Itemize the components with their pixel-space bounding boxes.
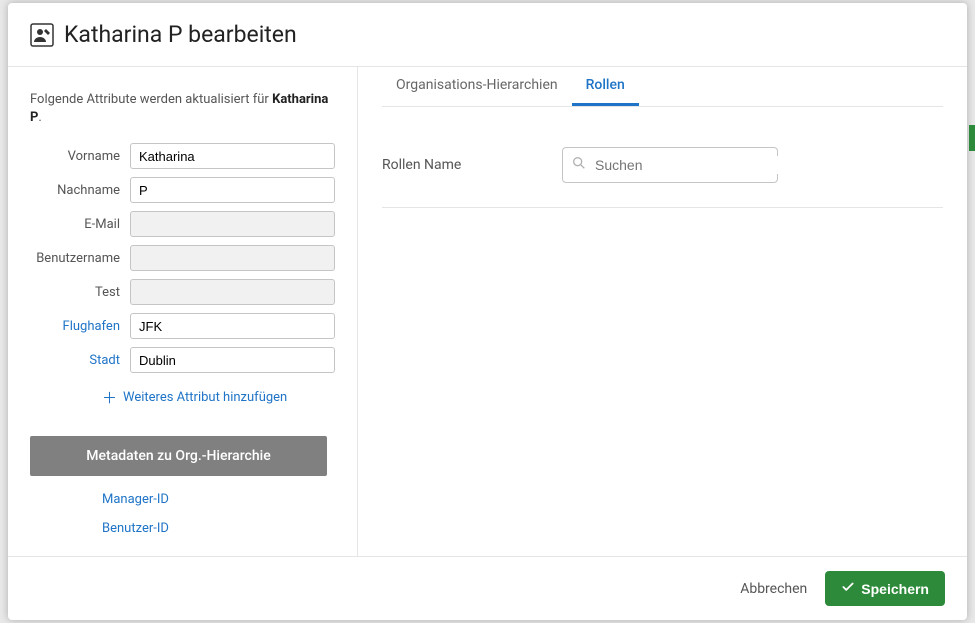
modal-body: Folgende Attribute werden aktualisiert f… [8,66,967,556]
sidebar-accent [969,125,975,151]
vorname-label: Vorname [30,149,130,164]
benutzer-id-link[interactable]: Benutzer-ID [102,521,335,536]
metadata-links: Manager-ID Benutzer-ID [102,492,335,536]
cancel-button[interactable]: Abbrechen [740,581,807,597]
vorname-input[interactable] [130,143,335,169]
email-input[interactable] [130,211,335,237]
add-attribute-button[interactable]: ＋ Weiteres Attribut hinzufügen [102,387,335,408]
manager-id-link[interactable]: Manager-ID [102,492,335,507]
modal-title: Katharina P bearbeiten [64,21,297,48]
edit-user-modal: Katharina P bearbeiten Folgende Attribut… [8,3,967,620]
test-label: Test [30,285,130,300]
modal-header: Katharina P bearbeiten [8,3,967,66]
edit-user-icon [30,23,54,47]
flughafen-input[interactable] [130,313,335,339]
roles-search-input[interactable] [593,156,778,174]
tab-rollen[interactable]: Rollen [572,67,639,106]
roles-search-box[interactable] [562,147,778,183]
roles-search-row: Rollen Name [382,107,943,208]
nachname-label: Nachname [30,183,130,198]
roles-pane: Organisations-Hierarchien Rollen Rollen … [358,67,967,556]
email-label: E-Mail [30,217,130,232]
benutzername-label: Benutzername [30,251,130,266]
plus-icon: ＋ [102,387,117,408]
stadt-input[interactable] [130,347,335,373]
add-attribute-label: Weiteres Attribut hinzufügen [123,390,287,405]
test-input[interactable] [130,279,335,305]
save-button[interactable]: Speichern [825,571,945,606]
stadt-label[interactable]: Stadt [30,353,130,368]
intro-prefix: Folgende Attribute werden aktualisiert f… [30,92,272,107]
search-icon [571,155,593,175]
intro-text: Folgende Attribute werden aktualisiert f… [30,91,335,127]
save-button-label: Speichern [861,581,929,597]
benutzername-input[interactable] [130,245,335,271]
tabs: Organisations-Hierarchien Rollen [382,67,943,107]
intro-suffix: . [38,110,41,125]
tab-org-hierarchies[interactable]: Organisations-Hierarchien [382,67,572,106]
rollen-name-label: Rollen Name [382,157,562,173]
check-icon [841,580,855,597]
metadata-org-hierarchy-button[interactable]: Metadaten zu Org.-Hierarchie [30,436,327,476]
nachname-input[interactable] [130,177,335,203]
attributes-pane: Folgende Attribute werden aktualisiert f… [8,67,358,556]
flughafen-label[interactable]: Flughafen [30,319,130,334]
modal-footer: Abbrechen Speichern [8,556,967,620]
